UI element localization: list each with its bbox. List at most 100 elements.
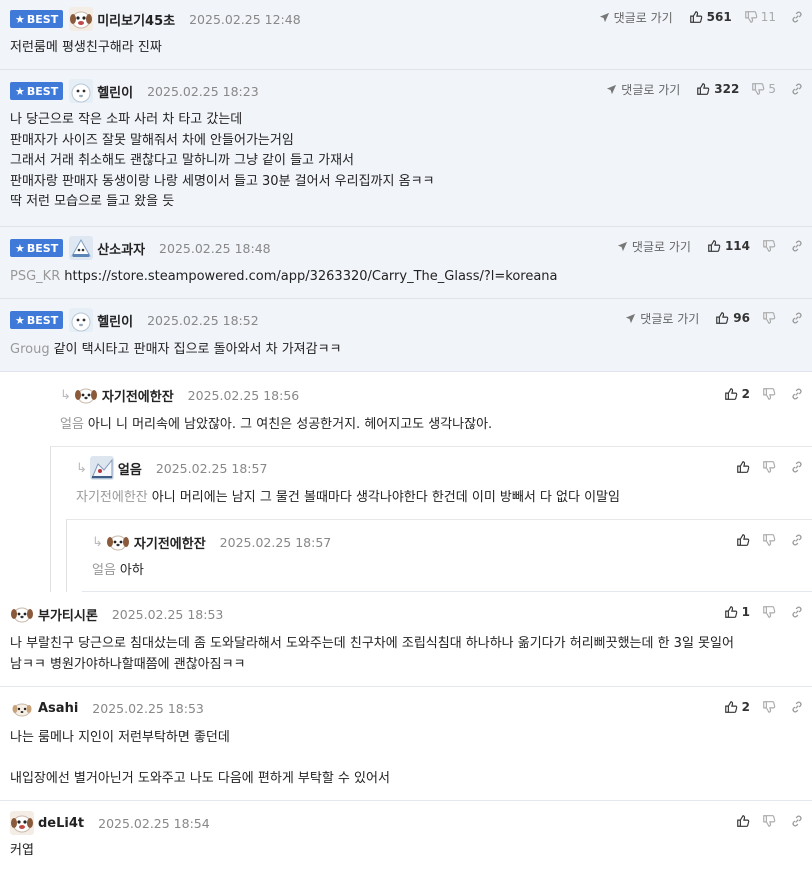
downvote-button[interactable] <box>762 533 776 547</box>
author-nickname[interactable]: 산소과자 <box>97 239 145 258</box>
downvote-button[interactable]: 11 <box>744 10 776 24</box>
reply-arrow-icon: ↳ <box>60 387 71 403</box>
link-icon[interactable] <box>790 533 804 547</box>
thumbs-up-icon <box>724 701 737 713</box>
comment-body: 커엽 <box>10 843 34 858</box>
downvote-button[interactable] <box>762 700 776 714</box>
avatar[interactable] <box>69 308 94 332</box>
downvote-button[interactable] <box>762 387 776 401</box>
best-badge: ★ BEST <box>10 82 64 100</box>
goto-comment-button[interactable]: 댓글로 가기 <box>606 81 680 98</box>
avatar[interactable] <box>69 236 94 260</box>
thumbs-up-icon <box>737 815 750 827</box>
link-icon[interactable] <box>790 387 804 401</box>
thumbs-down-icon <box>763 815 776 827</box>
comment-date: 2025.02.25 18:48 <box>159 240 271 256</box>
upvote-button[interactable]: 114 <box>707 239 750 253</box>
comment-date: 2025.02.25 18:23 <box>147 83 259 99</box>
thumbs-up-icon <box>724 606 737 618</box>
downvote-count: 11 <box>760 10 776 24</box>
comment-link-text[interactable]: https://store.steampowered.com/app/32633… <box>64 269 557 284</box>
avatar[interactable] <box>69 79 94 103</box>
thumbs-down-icon <box>763 461 776 473</box>
upvote-count: 1 <box>741 605 750 619</box>
paper-plane-icon <box>607 84 617 94</box>
comment-body: 얼음 아니 니 머리속에 남았잖아. 그 여친은 성공한거지. 헤어지고도 생각나… <box>60 417 493 432</box>
reply-target[interactable]: Groug <box>10 342 50 357</box>
link-icon[interactable] <box>790 605 804 619</box>
thumbs-up-icon <box>737 534 750 546</box>
reply-target[interactable]: 얼음 <box>92 563 116 578</box>
downvote-button[interactable] <box>762 311 776 325</box>
comment-body: Groug 같이 택시타고 판매자 집으로 돌아와서 차 가져감ㅋㅋ <box>10 342 342 357</box>
comment-item: ★ BEST 산소과자 2025.02.25 18:48 댓글로 가기 114 P… <box>0 227 812 299</box>
reply-target[interactable]: 얼음 <box>60 417 84 432</box>
goto-comment-button[interactable]: 댓글로 가기 <box>625 310 699 327</box>
thumbs-up-icon <box>737 461 750 473</box>
best-badge: ★ BEST <box>10 239 64 257</box>
paper-plane-icon <box>617 241 628 251</box>
upvote-count: 114 <box>724 239 750 253</box>
link-icon[interactable] <box>790 700 804 714</box>
best-badge: ★ BEST <box>10 10 64 28</box>
avatar[interactable] <box>89 456 114 480</box>
downvote-button[interactable] <box>762 460 776 474</box>
upvote-button[interactable]: 96 <box>715 311 750 325</box>
link-icon[interactable] <box>790 82 804 96</box>
author-nickname[interactable]: 자기전에한잔 <box>102 386 174 405</box>
author-nickname[interactable]: 헬린이 <box>97 82 133 101</box>
upvote-button[interactable]: 1 <box>724 605 750 619</box>
avatar[interactable] <box>105 530 130 554</box>
downvote-button[interactable]: 5 <box>751 82 776 96</box>
author-nickname[interactable]: 부가티시론 <box>38 605 98 624</box>
reply-target[interactable]: 자기전에한잔 <box>76 490 148 505</box>
upvote-button[interactable]: 322 <box>696 82 739 96</box>
upvote-button[interactable] <box>736 533 750 547</box>
downvote-button[interactable] <box>762 814 776 828</box>
author-nickname[interactable]: 미리보기45초 <box>97 10 175 29</box>
comment-body: 얼음 아하 <box>92 563 144 578</box>
reply-target[interactable]: PSG_KR <box>10 269 60 284</box>
comment-date: 2025.02.25 18:54 <box>98 815 210 831</box>
goto-comment-button[interactable]: 댓글로 가기 <box>617 238 691 255</box>
upvote-count: 2 <box>741 387 750 401</box>
downvote-count: 5 <box>768 82 776 96</box>
link-icon[interactable] <box>790 814 804 828</box>
comment-item: ↳ 얼음 2025.02.25 18:57 자기전에한잔 아니 머리에는 남지 그… <box>66 447 812 520</box>
thumbs-down-icon <box>763 534 776 546</box>
comment-date: 2025.02.25 18:53 <box>92 700 204 716</box>
goto-comment-button[interactable]: 댓글로 가기 <box>599 9 673 26</box>
comment-body: 나 부랄친구 당근으로 침대샀는데 좀 도와달라해서 도와주는데 친구차에 조립… <box>10 636 734 672</box>
link-icon[interactable] <box>790 460 804 474</box>
downvote-button[interactable] <box>762 605 776 619</box>
link-icon[interactable] <box>790 311 804 325</box>
comment-item: ★ BEST 헬린이 2025.02.25 18:52 댓글로 가기 96 Gro… <box>0 299 812 372</box>
thumbs-down-icon <box>763 240 776 252</box>
author-nickname[interactable]: 헬린이 <box>97 311 133 330</box>
author-nickname[interactable]: 얼음 <box>118 459 142 478</box>
avatar[interactable] <box>73 383 98 407</box>
downvote-button[interactable] <box>762 239 776 253</box>
thumbs-down-icon <box>763 388 776 400</box>
author-nickname[interactable]: deLi4t <box>38 816 84 831</box>
avatar[interactable] <box>10 696 34 720</box>
comment-item: deLi4t 2025.02.25 18:54 커엽 <box>0 801 812 873</box>
comment-item: Asahi 2025.02.25 18:53 2 나는 룸메나 지인이 저런부탁… <box>0 687 812 801</box>
star-icon: ★ <box>15 12 25 26</box>
link-icon[interactable] <box>790 239 804 253</box>
author-nickname[interactable]: Asahi <box>38 701 78 716</box>
comment-item: ↳ 자기전에한잔 2025.02.25 18:57 얼음 아하 <box>82 520 812 592</box>
upvote-button[interactable] <box>736 460 750 474</box>
author-nickname[interactable]: 자기전에한잔 <box>134 533 206 552</box>
link-icon[interactable] <box>790 10 804 24</box>
upvote-button[interactable]: 2 <box>724 700 750 714</box>
avatar[interactable] <box>10 602 34 626</box>
comment-body: 저런룸메 평생친구해라 진짜 <box>10 40 162 55</box>
comment-date: 2025.02.25 18:52 <box>147 312 259 328</box>
comment-item: ★ BEST 헬린이 2025.02.25 18:23 댓글로 가기 322 5 … <box>0 70 812 227</box>
upvote-button[interactable]: 2 <box>724 387 750 401</box>
upvote-button[interactable]: 561 <box>689 10 732 24</box>
avatar[interactable] <box>10 811 34 835</box>
upvote-button[interactable] <box>736 814 750 828</box>
avatar[interactable] <box>69 7 94 31</box>
